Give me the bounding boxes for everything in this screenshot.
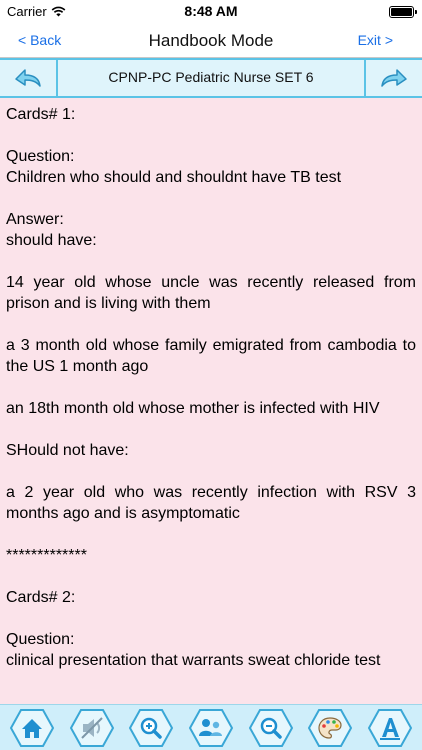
navigation-bar: < Back Handbook Mode Exit > (0, 24, 422, 58)
home-button[interactable] (9, 706, 55, 750)
separator-line: ************* (6, 547, 87, 564)
previous-set-button[interactable] (0, 60, 58, 96)
answer-line: should have: (6, 232, 97, 249)
zoom-in-icon (129, 708, 174, 747)
zoom-out-icon (248, 708, 293, 747)
question-text: Children who should and shouldnt have TB… (6, 169, 342, 186)
answer-line: SHould not have: (6, 442, 129, 459)
answer-line: a 2 year old who was recently infection … (6, 484, 416, 522)
set-title: CPNP-PC Pediatric Nurse SET 6 (108, 69, 314, 85)
answer-line: an 18th month old whose mother is infect… (6, 400, 380, 417)
audio-toggle-button[interactable] (69, 706, 115, 750)
arrow-left-icon (15, 69, 41, 87)
exit-button[interactable]: Exit > (358, 32, 393, 48)
card-heading: Cards# 1: (6, 106, 76, 123)
clock: 8:48 AM (184, 3, 238, 19)
arrow-right-icon (381, 69, 407, 87)
audio-off-icon (69, 708, 114, 747)
zoom-in-button[interactable] (128, 706, 174, 750)
flashcard-content[interactable]: Cards# 1: Question: Children who should … (0, 98, 422, 704)
theme-button[interactable] (307, 706, 353, 750)
answer-label: Answer: (6, 211, 64, 228)
battery-icon (389, 6, 417, 18)
home-icon (9, 708, 54, 747)
font-style-button[interactable] (367, 706, 413, 750)
set-toolbar: CPNP-PC Pediatric Nurse SET 6 (0, 58, 422, 98)
question-label: Question: (6, 148, 75, 165)
palette-icon (308, 708, 353, 747)
font-style-icon (368, 708, 413, 747)
status-bar: Carrier 8:48 AM (0, 0, 422, 24)
question-label: Question: (6, 631, 75, 648)
question-text: clinical presentation that warrants swea… (6, 652, 381, 669)
zoom-out-button[interactable] (248, 706, 294, 750)
bottom-toolbar (0, 704, 422, 750)
answer-line: a 3 month old whose family emigrated fro… (6, 337, 416, 375)
share-icon (188, 708, 233, 747)
next-set-button[interactable] (364, 60, 422, 96)
card-heading: Cards# 2: (6, 589, 76, 606)
answer-line: 14 year old whose uncle was recently rel… (6, 274, 416, 312)
share-button[interactable] (188, 706, 234, 750)
